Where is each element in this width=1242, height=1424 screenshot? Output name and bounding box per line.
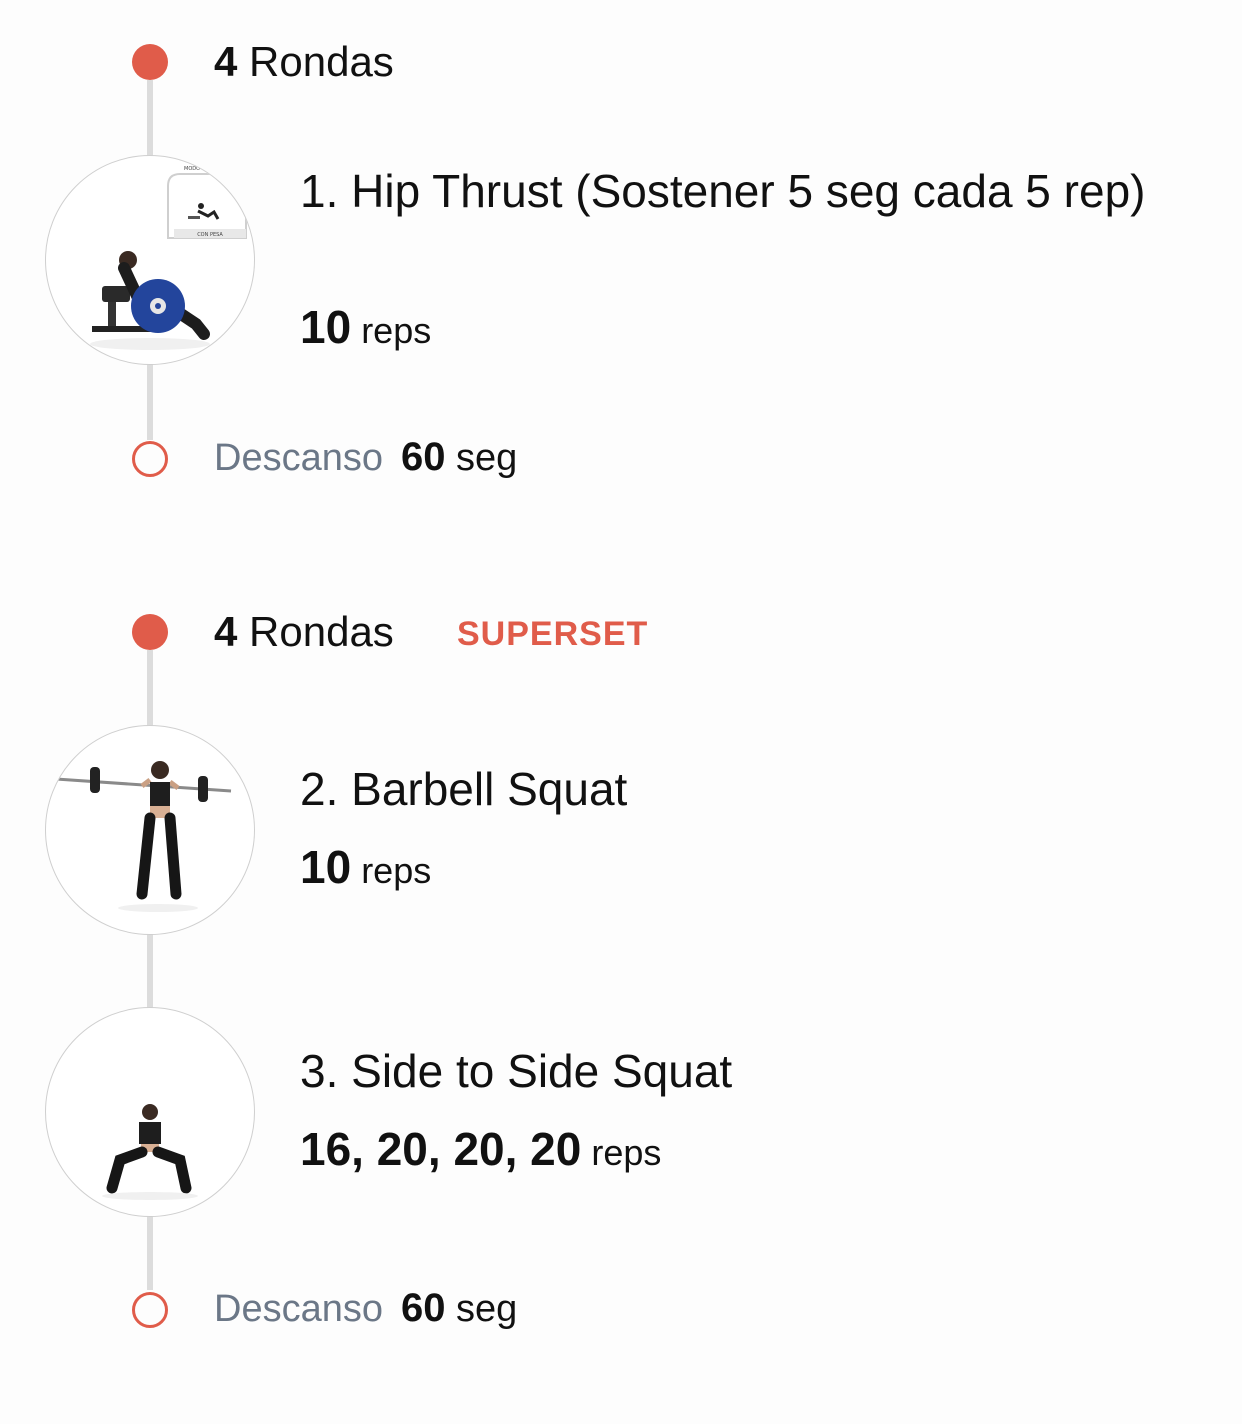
rest-value: 60 [400,1286,446,1330]
exercise-thumbnail-hip-thrust[interactable]: CON PESA MODO [45,155,255,365]
exercise-thumbnail-barbell-squat[interactable] [45,725,255,935]
rest-row: Descanso 60 seg [214,1286,517,1331]
inset-caption: CON PESA [197,232,223,238]
exercise-reps: 10 reps [300,300,431,354]
rest-label: Descanso [214,1288,383,1330]
exercise-title[interactable]: 1. Hip Thrust (Sostener 5 seg cada 5 rep… [300,162,1160,220]
rounds-count: 4 [214,608,238,655]
exercise-thumbnail-side-to-side-squat[interactable] [45,1007,255,1217]
reps-value: 10 [300,301,352,353]
round-marker [132,44,168,80]
reps-value: 16, 20, 20, 20 [300,1123,582,1175]
reps-value: 10 [300,841,352,893]
reps-unit: reps [591,1132,662,1173]
barbell-squat-illustration [55,761,232,912]
rest-unit: seg [456,437,518,479]
rest-label: Descanso [214,437,383,479]
rounds-header: 4 Rondas [214,38,394,86]
rest-value: 60 [400,435,446,479]
hip-thrust-illustration: CON PESA MODO [90,166,247,350]
reps-unit: reps [361,310,432,351]
rounds-label: Rondas [249,38,394,85]
rest-unit: seg [456,1288,518,1330]
rounds-count: 4 [214,38,238,85]
exercise-title[interactable]: 3. Side to Side Squat [300,1042,1160,1100]
exercise-title[interactable]: 2. Barbell Squat [300,760,1160,818]
rounds-label: Rondas [249,608,394,655]
inset-title: MODO [184,166,200,172]
rest-row: Descanso 60 seg [214,435,517,480]
rounds-header: 4 Rondas [214,608,394,656]
rest-marker [132,1292,168,1328]
rest-marker [132,441,168,477]
side-squat-illustration [102,1104,198,1200]
exercise-reps: 16, 20, 20, 20 reps [300,1122,661,1176]
round-marker [132,614,168,650]
exercise-reps: 10 reps [300,840,431,894]
superset-badge: SUPERSET [457,615,649,653]
reps-unit: reps [361,850,432,891]
